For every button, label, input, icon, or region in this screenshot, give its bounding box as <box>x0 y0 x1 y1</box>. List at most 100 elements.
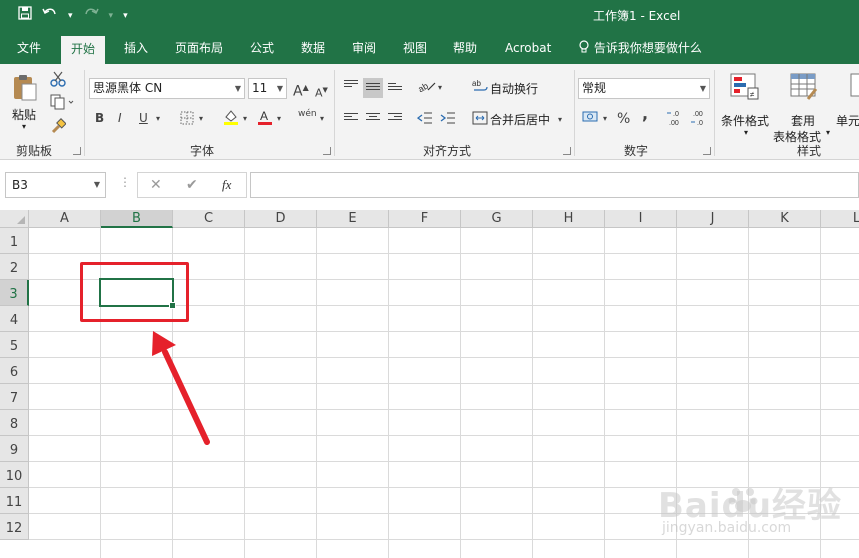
format-as-table-button[interactable]: 套用 表格格式 ▾ <box>772 70 834 144</box>
comma-button[interactable]: , <box>642 106 648 122</box>
chevron-down-icon[interactable]: ▾ <box>438 80 442 96</box>
middle-align-icon <box>366 83 380 93</box>
shrink-font-button[interactable]: A▼ <box>315 82 328 102</box>
increase-indent-icon[interactable] <box>440 111 456 128</box>
column-header-f[interactable]: F <box>389 210 461 228</box>
clipboard-launcher[interactable] <box>73 147 81 155</box>
chevron-down-icon[interactable]: ▾ <box>558 112 562 128</box>
redo-dropdown-icon[interactable]: ▾ <box>109 6 114 26</box>
row-header-11[interactable]: 11 <box>0 488 29 514</box>
row-header-3[interactable]: 3 <box>0 280 29 306</box>
chevron-down-icon[interactable]: ▾ <box>277 111 281 127</box>
currency-icon[interactable] <box>582 110 600 127</box>
grow-font-button[interactable]: A▲ <box>293 80 309 100</box>
font-name-select[interactable]: 思源黑体 CN ▼ <box>89 78 245 99</box>
copy-icon[interactable] <box>50 94 74 113</box>
borders-icon[interactable] <box>180 111 194 128</box>
chevron-down-icon[interactable]: ▾ <box>320 111 324 127</box>
select-all-button[interactable] <box>0 210 29 228</box>
clipboard-icon <box>12 74 38 105</box>
undo-dropdown-icon[interactable]: ▾ <box>68 6 73 26</box>
divider <box>574 70 575 156</box>
top-align-icon[interactable] <box>344 80 358 90</box>
tab-file[interactable]: 文件 <box>17 32 41 64</box>
row-header-12[interactable]: 12 <box>0 514 29 540</box>
save-icon[interactable] <box>18 6 32 26</box>
row-header-9[interactable]: 9 <box>0 436 29 462</box>
align-center-icon[interactable] <box>366 113 380 123</box>
cell-styles-button[interactable]: 单元 <box>836 70 859 140</box>
chevron-down-icon[interactable]: ▾ <box>243 111 247 127</box>
tab-formulas[interactable]: 公式 <box>250 32 274 64</box>
column-header-k[interactable]: K <box>749 210 821 228</box>
font-launcher[interactable] <box>323 147 331 155</box>
conditional-formatting-button[interactable]: ≠ 条件格式 ▾ <box>719 70 773 140</box>
merge-center-button[interactable]: 合并后居中 <box>490 111 550 128</box>
row-header-7[interactable]: 7 <box>0 384 29 410</box>
row-header-2[interactable]: 2 <box>0 254 29 280</box>
decrease-decimal-icon[interactable]: .00.0 <box>690 108 710 131</box>
svg-text:.0: .0 <box>673 111 679 118</box>
formula-bar-grip-icon[interactable]: ⋮ <box>119 175 131 189</box>
row-header-4[interactable]: 4 <box>0 306 29 332</box>
tab-page-layout[interactable]: 页面布局 <box>175 32 223 64</box>
number-format-select[interactable]: 常规 ▼ <box>578 78 710 99</box>
underline-button[interactable]: U <box>139 110 148 126</box>
column-header-j[interactable]: J <box>677 210 749 228</box>
column-header-d[interactable]: D <box>245 210 317 228</box>
tab-home[interactable]: 开始 <box>61 36 106 64</box>
tab-data[interactable]: 数据 <box>301 32 325 64</box>
row-header-10[interactable]: 10 <box>0 462 29 488</box>
chevron-down-icon[interactable]: ▾ <box>156 111 160 127</box>
redo-icon[interactable] <box>83 6 99 26</box>
column-header-a[interactable]: A <box>29 210 101 228</box>
format-painter-icon[interactable] <box>50 118 67 137</box>
decrease-indent-icon[interactable] <box>416 111 433 128</box>
paste-button[interactable]: 粘贴 ▾ <box>8 70 44 134</box>
align-left-icon[interactable] <box>344 113 358 123</box>
number-launcher[interactable] <box>703 147 711 155</box>
tab-acrobat[interactable]: Acrobat <box>505 32 551 64</box>
insert-function-icon[interactable]: fx <box>222 177 231 193</box>
row-header-1[interactable]: 1 <box>0 228 29 254</box>
column-header-h[interactable]: H <box>533 210 605 228</box>
row-header-8[interactable]: 8 <box>0 410 29 436</box>
name-box[interactable]: B3 ▼ <box>5 172 106 198</box>
column-header-l[interactable]: L <box>821 210 859 228</box>
font-size-select[interactable]: 11 ▼ <box>248 78 287 99</box>
formula-input[interactable] <box>250 172 859 198</box>
tab-help[interactable]: 帮助 <box>453 32 477 64</box>
increase-decimal-icon[interactable]: .0.00 <box>666 108 686 131</box>
column-header-i[interactable]: I <box>605 210 677 228</box>
column-header-e[interactable]: E <box>317 210 389 228</box>
alignment-launcher[interactable] <box>563 147 571 155</box>
bottom-align-icon[interactable] <box>388 83 402 93</box>
italic-button[interactable]: I <box>118 110 122 126</box>
wrap-text-button[interactable]: 自动换行 <box>490 80 538 97</box>
divider <box>714 70 715 156</box>
tab-review[interactable]: 审阅 <box>352 32 376 64</box>
column-header-b[interactable]: B <box>101 210 173 228</box>
percent-button[interactable]: % <box>617 111 630 127</box>
chevron-down-icon[interactable]: ▾ <box>603 111 607 127</box>
fill-color-icon[interactable] <box>222 108 240 129</box>
column-header-g[interactable]: G <box>461 210 533 228</box>
cut-icon[interactable] <box>50 71 66 90</box>
svg-text:.0: .0 <box>697 120 703 127</box>
cancel-icon[interactable]: ✕ <box>150 177 162 193</box>
tell-me-search[interactable]: 告诉我你想要做什么 <box>578 32 702 64</box>
column-header-c[interactable]: C <box>173 210 245 228</box>
enter-icon[interactable]: ✔ <box>186 177 198 193</box>
phonetic-button[interactable]: wén <box>298 106 317 122</box>
row-header-6[interactable]: 6 <box>0 358 29 384</box>
orientation-icon[interactable]: ab <box>416 79 438 96</box>
align-right-icon[interactable] <box>388 113 402 123</box>
font-color-icon[interactable]: A <box>256 108 274 129</box>
customize-qat-icon[interactable]: ▾ <box>123 6 128 26</box>
tab-view[interactable]: 视图 <box>403 32 427 64</box>
row-header-5[interactable]: 5 <box>0 332 29 358</box>
bold-button[interactable]: B <box>95 110 104 126</box>
chevron-down-icon[interactable]: ▾ <box>199 111 203 127</box>
undo-icon[interactable] <box>42 6 58 26</box>
tab-insert[interactable]: 插入 <box>124 32 148 64</box>
